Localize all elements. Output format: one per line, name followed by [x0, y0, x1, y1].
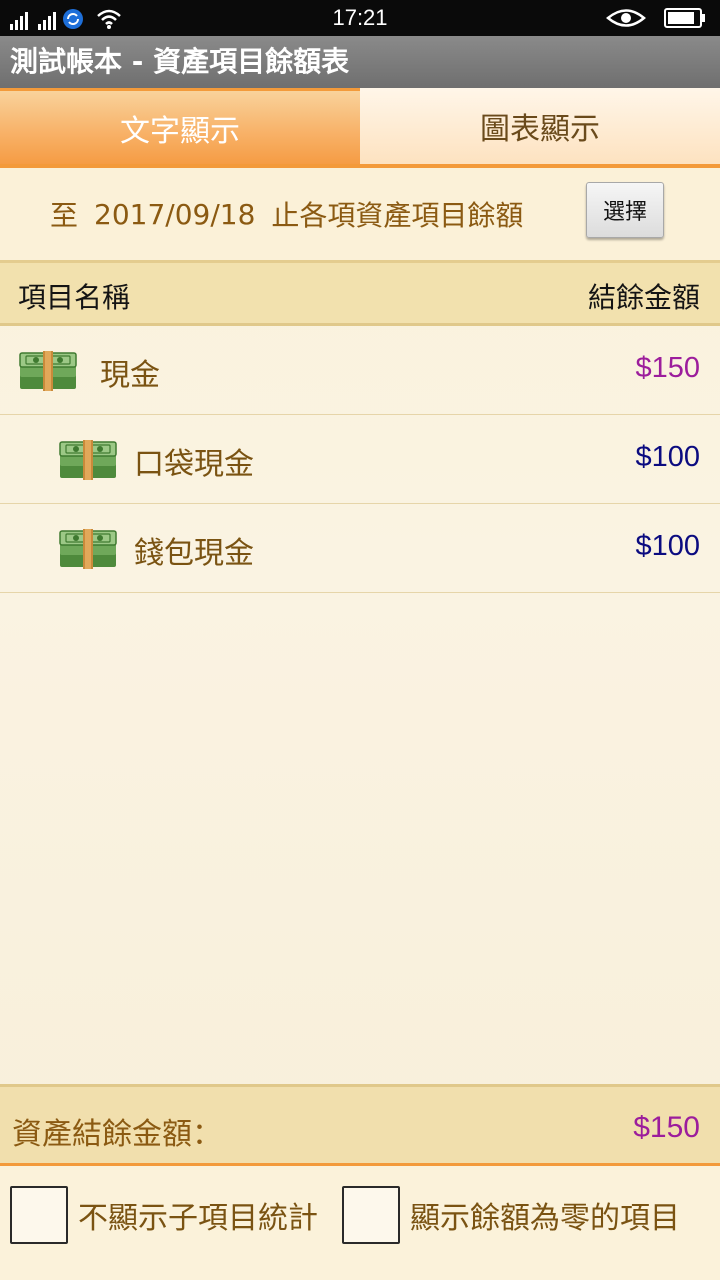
date-value: 2017/09/18 [94, 197, 256, 231]
column-header-balance: 結餘金額 [587, 281, 700, 314]
date-suffix: 止各項資產項目餘額 [271, 199, 524, 232]
asset-list: 現金 $150 口袋現金 $100 錢包現金 $100 [0, 326, 720, 593]
total-value: $150 [633, 1111, 700, 1144]
cash-icon [59, 440, 117, 480]
battery-icon [664, 8, 705, 28]
date-prefix: 至 [50, 199, 79, 232]
total-bar: 資產結餘金額： $150 [0, 1084, 720, 1166]
table-header: 項目名稱 結餘金額 [0, 260, 720, 326]
select-date-button[interactable]: 選擇 [586, 182, 664, 238]
options-bar: 不顯示子項目統計 顯示餘額為零的項目 [0, 1166, 720, 1280]
hide-sub-stats-checkbox[interactable] [10, 1186, 68, 1244]
eye-icon [606, 9, 646, 27]
date-range-row: 至 2017/09/18 止各項資產項目餘額 選擇 [0, 168, 720, 260]
show-zero-balance-checkbox[interactable] [342, 1186, 400, 1244]
show-zero-balance-option[interactable]: 顯示餘額為零的項目 [342, 1186, 680, 1244]
table-row[interactable]: 錢包現金 $100 [0, 504, 720, 593]
app-title: 測試帳本 - 資產項目餘額表 [0, 36, 720, 88]
row-amount: $150 [635, 352, 700, 384]
show-zero-balance-label: 顯示餘額為零的項目 [410, 1201, 680, 1236]
column-header-name: 項目名稱 [18, 281, 131, 314]
status-bar: 17:21 [0, 0, 720, 36]
cash-icon [59, 529, 117, 569]
hide-sub-stats-label: 不顯示子項目統計 [78, 1201, 318, 1236]
total-label: 資產結餘金額： [12, 1117, 222, 1152]
tab-text-view[interactable]: 文字顯示 [0, 88, 360, 164]
row-amount: $100 [635, 441, 700, 473]
table-row[interactable]: 現金 $150 [0, 326, 720, 415]
row-name: 錢包現金 [134, 536, 254, 571]
row-name: 口袋現金 [134, 447, 254, 482]
row-name: 現金 [100, 358, 160, 393]
row-amount: $100 [635, 530, 700, 562]
hide-sub-stats-option[interactable]: 不顯示子項目統計 [10, 1186, 318, 1244]
tab-bar: 文字顯示 圖表顯示 [0, 88, 720, 168]
tab-chart-view[interactable]: 圖表顯示 [360, 88, 720, 164]
table-row[interactable]: 口袋現金 $100 [0, 415, 720, 504]
cash-icon [19, 351, 77, 391]
status-icons-right [606, 6, 706, 30]
